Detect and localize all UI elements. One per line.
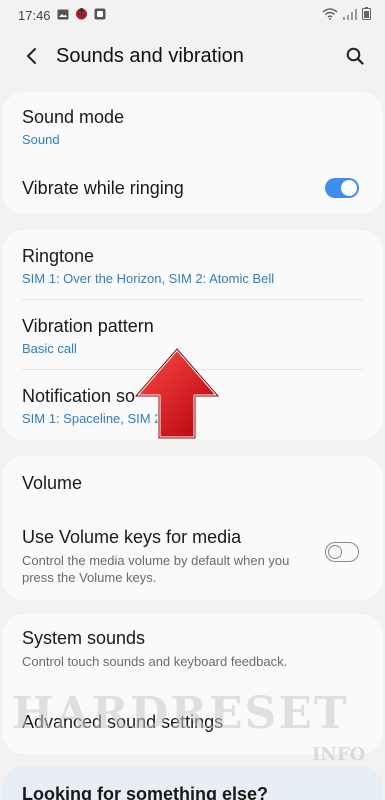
sound-mode-title: Sound mode	[22, 107, 125, 127]
volume-keys-toggle[interactable]	[325, 542, 359, 562]
watermark-subtext: INFO	[312, 744, 366, 765]
wifi-icon	[322, 7, 338, 23]
system-sounds-description: Control touch sounds and keyboard feedba…	[22, 654, 288, 669]
volume-card: Volume Use Volume keys for media Control…	[2, 456, 383, 600]
volume-keys-description: Control the media volume by default when…	[22, 553, 290, 585]
battery-icon	[362, 7, 371, 23]
divider	[22, 299, 363, 300]
watermark-text: HARDRESET	[12, 688, 349, 739]
ringtone-title: Ringtone	[22, 246, 95, 266]
volume-keys-title: Use Volume keys for media	[22, 527, 242, 547]
ladybug-icon	[75, 7, 88, 23]
status-bar: 17:46	[0, 0, 385, 30]
toggle-knob	[341, 180, 357, 196]
ringtone-item[interactable]: Ringtone SIM 1: Over the Horizon, SIM 2:…	[2, 246, 383, 286]
volume-title: Volume	[22, 473, 83, 493]
sound-mode-value: Sound	[22, 132, 60, 147]
search-button[interactable]	[341, 42, 369, 70]
gallery-icon	[57, 8, 69, 23]
ringtone-value: SIM 1: Over the Horizon, SIM 2: Atomic B…	[22, 271, 275, 286]
sound-mode-item[interactable]: Sound mode Sound	[2, 107, 383, 147]
vibration-pattern-title: Vibration pattern	[22, 316, 154, 336]
system-sounds-title: System sounds	[22, 628, 146, 648]
search-icon	[346, 47, 364, 65]
sound-mode-card: Sound mode Sound Vibrate while ringing	[2, 92, 383, 214]
looking-for-something-card: Looking for something else?	[2, 766, 383, 800]
looking-for-something-item: Looking for something else?	[2, 784, 383, 800]
volume-item[interactable]: Volume	[2, 473, 383, 494]
status-time: 17:46	[18, 7, 51, 23]
chevron-left-icon	[27, 48, 36, 64]
signal-icon	[342, 8, 358, 23]
back-button[interactable]	[18, 42, 46, 70]
vibrate-while-ringing-title: Vibrate while ringing	[22, 178, 184, 198]
red-up-arrow-annotation	[134, 347, 220, 440]
screenshot-icon	[94, 8, 106, 23]
page-title: Sounds and vibration	[56, 44, 244, 67]
system-sounds-item[interactable]: System sounds Control touch sounds and k…	[2, 628, 383, 670]
vibrate-while-ringing-toggle[interactable]	[325, 178, 359, 198]
looking-for-something-title: Looking for something else?	[22, 784, 269, 800]
app-header: Sounds and vibration	[0, 30, 385, 82]
toggle-knob	[328, 544, 342, 559]
